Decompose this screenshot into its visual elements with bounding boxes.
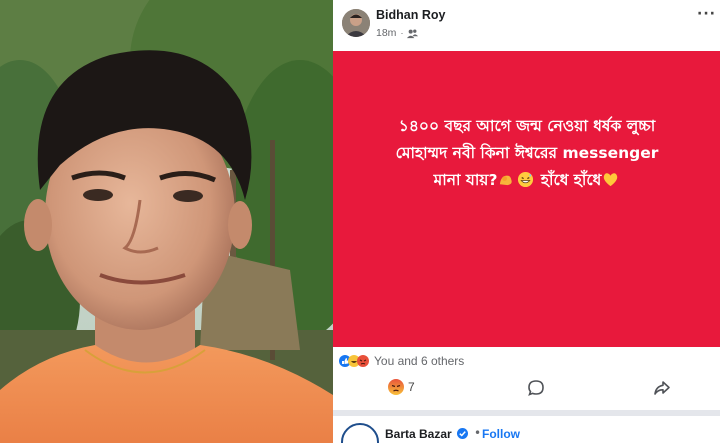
next-post-header: Barta Bazar • Follow xyxy=(333,416,720,443)
facebook-post: Bidhan Roy 18m · ··· ১৪০০ বছর আগে জন্ম ন… xyxy=(333,0,720,443)
more-options-button[interactable]: ··· xyxy=(697,6,716,22)
post-text: ১৪০০ বছর আগে জন্ম নেওয়া ধর্ষক লুচ্চা মো… xyxy=(347,113,707,194)
post-text-line-3-ending: হাঁধে হাঁধে xyxy=(540,171,602,189)
angry-reaction-icon xyxy=(388,379,404,395)
post-background xyxy=(333,51,720,347)
comment-icon[interactable] xyxy=(527,379,545,397)
angry-reaction-button[interactable]: 7 xyxy=(388,379,415,395)
post-meta: 18m · xyxy=(376,27,419,39)
post-text-line-3: মানা যায়? হাঁধে হাঁধে xyxy=(347,167,707,194)
author-name[interactable]: Bidhan Roy xyxy=(376,8,445,22)
reactions-summary[interactable]: You and 6 others xyxy=(339,352,464,370)
follow-button[interactable]: Follow xyxy=(482,427,520,441)
friends-icon xyxy=(407,29,419,38)
post-actions: 7 xyxy=(333,374,720,404)
verified-badge-icon xyxy=(457,428,468,439)
angry-count: 7 xyxy=(408,380,415,394)
flexed-biceps-emoji-icon xyxy=(500,175,513,186)
post-text-line-1: ১৪০০ বছর আগে জন্ম নেওয়া ধর্ষক লুচ্চা xyxy=(398,117,656,135)
page-avatar[interactable] xyxy=(341,423,379,443)
post-text-line-3-text: মানা যায়? xyxy=(433,171,498,189)
post-header: Bidhan Roy 18m · ··· xyxy=(333,0,720,50)
author-avatar[interactable] xyxy=(342,9,370,37)
reactions-text: You and 6 others xyxy=(374,354,465,368)
profile-photo xyxy=(0,0,333,443)
reaction-icons xyxy=(339,355,369,367)
post-time[interactable]: 18m xyxy=(376,27,396,39)
grinning-sweat-emoji-icon xyxy=(518,171,534,188)
follow-separator: • xyxy=(474,426,482,440)
post-text-line-2: মোহাম্মদ নবী কিনা ঈশ্বরের messenger xyxy=(395,144,659,162)
yellow-heart-emoji-icon xyxy=(604,173,618,187)
angry-reaction-icon-small xyxy=(357,355,369,367)
share-icon[interactable] xyxy=(653,379,671,397)
page-name[interactable]: Barta Bazar xyxy=(385,427,452,441)
